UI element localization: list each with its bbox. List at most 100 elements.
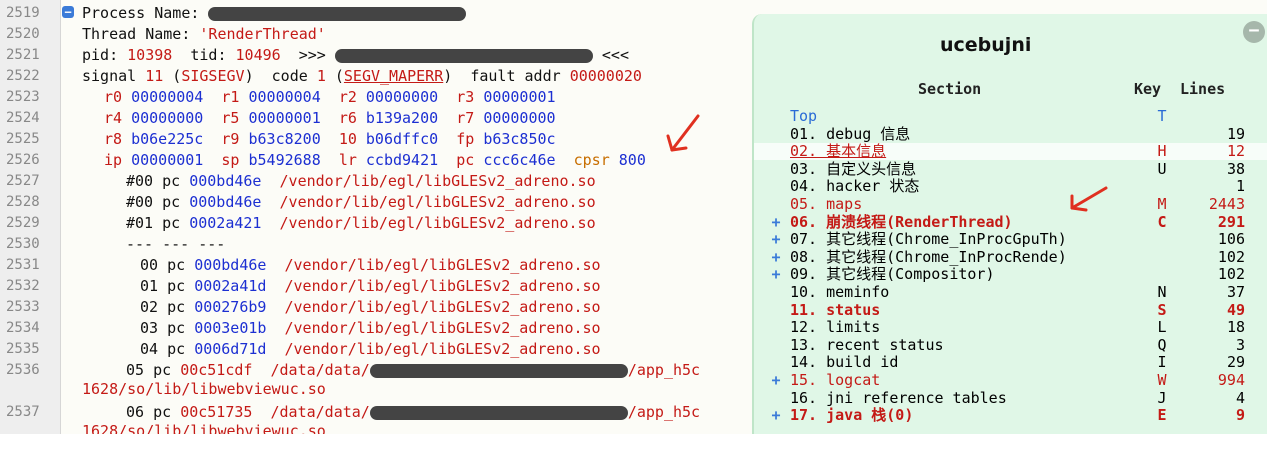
- toc-item-key: S: [1157, 300, 1167, 319]
- toc-item[interactable]: 14. build id I 29: [754, 354, 1267, 371]
- register-name: fp: [456, 130, 475, 148]
- toc-item[interactable]: 05. maps M 2443: [754, 196, 1267, 213]
- toc-item-label[interactable]: Top: [790, 108, 817, 125]
- toc-item-key: U: [1157, 159, 1167, 178]
- toc-item[interactable]: 02. 基本信息 H 12: [754, 142, 1267, 161]
- register-name: r2: [338, 88, 357, 106]
- toc-item-label[interactable]: 04. hacker 状态: [790, 178, 919, 195]
- expand-icon[interactable]: +: [770, 213, 782, 231]
- toc-item[interactable]: +08. 其它线程(Chrome_InProcRende) 102: [754, 248, 1267, 266]
- log-line-2519: Process Name:: [82, 4, 467, 22]
- toc-item-label[interactable]: 12. limits: [790, 319, 880, 336]
- toc-item-key: W: [1157, 371, 1167, 389]
- register-value: b06dffc0: [365, 130, 439, 148]
- toc-item[interactable]: +09. 其它线程(Compositor) 102: [754, 266, 1267, 283]
- toc-item[interactable]: Top T: [754, 108, 1267, 125]
- expand-icon[interactable]: +: [770, 248, 782, 266]
- toc-item-label[interactable]: 14. build id: [790, 354, 898, 371]
- register-name: r6: [338, 109, 357, 127]
- backtrace-frame: 00 pc 000bd46e /vendor/lib/egl/libGLESv2…: [140, 256, 601, 274]
- redacted-package: [334, 48, 593, 63]
- toc-item-label[interactable]: 02. 基本信息: [790, 143, 886, 160]
- frame-address: 0002a421: [189, 214, 262, 232]
- line-number: 2529: [6, 215, 40, 231]
- register-line: ip 00000001 sp b5492688 lr ccbd9421 pc c…: [104, 151, 664, 169]
- toc-item-label[interactable]: 07. 其它线程(Chrome_InProcGpuTh): [790, 231, 1067, 248]
- frame-address: 000bd46e: [194, 256, 267, 274]
- toc-item[interactable]: 13. recent status Q 3: [754, 335, 1267, 354]
- frame-index: 00: [140, 256, 159, 274]
- register-value: 00000001: [131, 151, 204, 169]
- frame-address: 000bd46e: [189, 193, 262, 211]
- code-number: 1: [316, 67, 326, 85]
- toc-item[interactable]: 04. hacker 状态 1: [754, 178, 1267, 195]
- toc-item[interactable]: +15. logcat W 994: [754, 372, 1267, 389]
- toc-item-label[interactable]: 08. 其它线程(Chrome_InProcRende): [790, 248, 1067, 266]
- toc-item-lines: 4: [1235, 388, 1245, 407]
- log-line-2522: signal 11 (SIGSEGV) code 1 (SEGV_MAPERR)…: [82, 67, 642, 85]
- toc-item-lines: 3: [1235, 335, 1245, 354]
- toc-item-label[interactable]: 05. maps: [790, 196, 862, 213]
- close-marker: <<<: [592, 46, 629, 64]
- toc-item-label[interactable]: 15. logcat: [790, 372, 880, 389]
- frame-library: /vendor/lib/egl/libGLESv2_adreno.so: [279, 214, 596, 232]
- frame-path: /data/data/: [252, 403, 370, 421]
- frame-index: #00: [126, 172, 154, 190]
- toc-item-label[interactable]: 10. meminfo: [790, 284, 889, 301]
- redacted-process-name: [208, 6, 467, 21]
- expand-icon[interactable]: +: [770, 266, 782, 283]
- signal-label: signal: [82, 67, 146, 85]
- frame-library: /vendor/lib/egl/libGLESv2_adreno.so: [279, 172, 596, 190]
- expand-icon[interactable]: +: [770, 407, 782, 424]
- frame-index: 04: [140, 340, 159, 358]
- register-name: pc: [456, 151, 475, 169]
- toc-item-key: N: [1157, 283, 1167, 301]
- toc-item-label[interactable]: 01. debug 信息: [790, 125, 910, 143]
- backtrace-frame: 02 pc 000276b9 /vendor/lib/egl/libGLESv2…: [140, 298, 601, 316]
- toc-item[interactable]: 10. meminfo N 37: [754, 284, 1267, 301]
- line-number: 2537: [6, 404, 40, 420]
- toc-item-lines: 9: [1235, 406, 1245, 425]
- toc-item[interactable]: 03. 自定义头信息 U 38: [754, 159, 1267, 178]
- frame-index: 02: [140, 298, 159, 316]
- toc-item-label[interactable]: 06. 崩溃线程(RenderThread): [790, 213, 1013, 231]
- toc-item-key: M: [1157, 195, 1167, 213]
- toc-item-lines: 37: [1226, 283, 1245, 301]
- toc-item[interactable]: 12. limits L 18: [754, 319, 1267, 336]
- collapse-icon[interactable]: −: [1243, 21, 1265, 43]
- register-value: b63c850c: [483, 130, 556, 148]
- toc-item-label[interactable]: 03. 自定义头信息: [790, 160, 916, 178]
- toc-item[interactable]: +07. 其它线程(Chrome_InProcGpuTh) 106: [754, 231, 1267, 248]
- register-value: 00000004: [131, 88, 204, 106]
- toc-item-label[interactable]: 09. 其它线程(Compositor): [790, 266, 995, 283]
- toc-item[interactable]: +17. java 栈(0) E 9: [754, 407, 1267, 424]
- annotation-arrow-icon: [1070, 186, 1108, 212]
- frame-index: #01: [126, 214, 154, 232]
- paren-open-2: (: [325, 67, 344, 85]
- toc-item[interactable]: +06. 崩溃线程(RenderThread) C 291: [754, 213, 1267, 231]
- toc-item-lines: 12: [1226, 142, 1245, 161]
- toc-item[interactable]: 16. jni reference tables J 4: [754, 388, 1267, 407]
- register-line: r0 00000004 r1 00000004 r2 00000000 r3 0…: [104, 88, 574, 106]
- toc-item-label[interactable]: 16. jni reference tables: [790, 389, 1007, 407]
- register-line: r4 00000000 r5 00000001 r6 b139a200 r7 0…: [104, 109, 574, 127]
- register-name: lr: [338, 151, 357, 169]
- frame-pc-label: pc: [162, 214, 181, 232]
- toc-item-lines: 106: [1217, 230, 1245, 249]
- toc-item-label[interactable]: 13. recent status: [790, 336, 944, 354]
- toc-item[interactable]: 11. status S 49: [754, 300, 1267, 319]
- toc-item[interactable]: 01. debug 信息 19: [754, 125, 1267, 143]
- toc-item-key: E: [1157, 406, 1167, 425]
- toc-item-label[interactable]: 17. java 栈(0): [790, 407, 913, 424]
- fold-toggle-icon[interactable]: −: [62, 6, 74, 18]
- line-number: 2528: [6, 194, 40, 210]
- frame-pc-label: pc: [162, 193, 181, 211]
- expand-icon[interactable]: +: [770, 231, 782, 248]
- line-number-gutter: 2519 2520 2521 2522 2523 2524 2525 2526 2527 2528…: [0, 0, 61, 434]
- frame-pc: 00c51cdf: [180, 361, 253, 379]
- register-value: 800: [618, 151, 646, 169]
- line-number: 2532: [6, 278, 40, 294]
- toc-item-label[interactable]: 11. status: [790, 301, 880, 319]
- line-number: 2524: [6, 110, 40, 126]
- expand-icon[interactable]: +: [770, 372, 782, 389]
